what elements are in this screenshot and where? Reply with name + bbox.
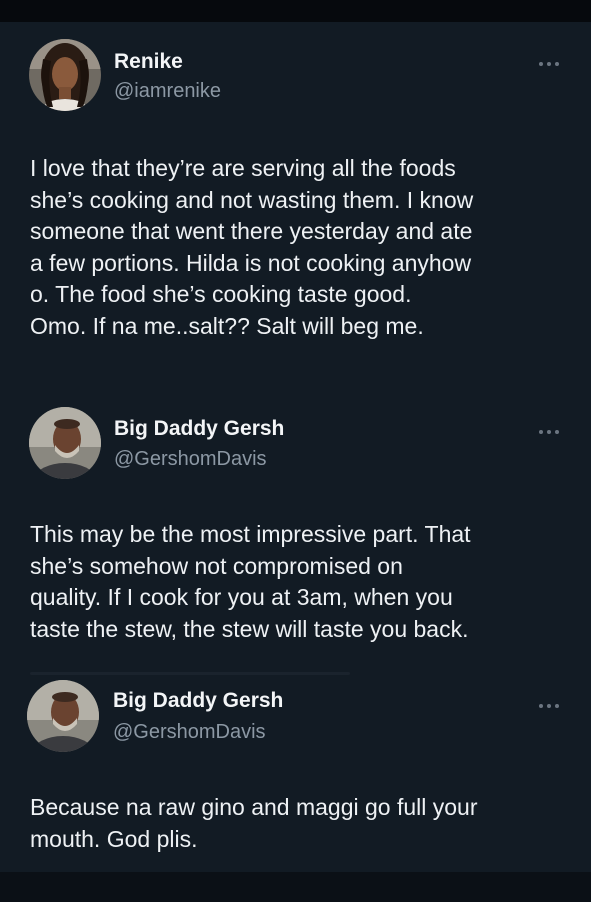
- profile-photo-woman-icon: [29, 39, 101, 111]
- tweet-text-line: someone that went there yesterday and at…: [30, 218, 473, 244]
- tweet-text: I love that they’re are serving all the …: [30, 153, 575, 342]
- tweet-text-line: Omo. If na me..salt?? Salt will beg me.: [30, 312, 424, 339]
- tweet-text-line: she’s somehow not compromised on: [30, 552, 403, 579]
- profile-photo-man-icon: [29, 407, 101, 479]
- tweet-text-line: mouth. God plis.: [30, 825, 198, 852]
- avatar[interactable]: [29, 407, 101, 479]
- tweet-text-line: Because na raw gino and maggi go full yo…: [30, 794, 478, 820]
- avatar[interactable]: [27, 680, 99, 752]
- tweet-card[interactable]: Renike @iamrenike I love that they’re ar…: [0, 0, 591, 395]
- tweet-text-line: she’s cooking and not wasting them. I kn…: [30, 186, 474, 213]
- more-options-icon[interactable]: [538, 698, 560, 708]
- more-options-icon[interactable]: [538, 56, 560, 66]
- user-handle[interactable]: @GershomDavis: [113, 721, 266, 744]
- user-handle[interactable]: @iamrenike: [114, 80, 221, 103]
- user-handle[interactable]: @GershomDavis: [114, 448, 267, 471]
- avatar[interactable]: [29, 39, 101, 111]
- tweet-text-line: I love that they’re are serving all the …: [30, 155, 456, 181]
- tweet-text-line: a few portions. Hilda is not cooking any…: [30, 249, 472, 276]
- display-name[interactable]: Big Daddy Gersh: [113, 689, 283, 713]
- display-name[interactable]: Big Daddy Gersh: [114, 417, 284, 441]
- tweet-text-line: o. The food she’s cooking taste good.: [30, 281, 412, 307]
- tweet-text: This may be the most impressive part. Th…: [30, 519, 575, 645]
- bottom-bar: [0, 872, 591, 902]
- tweet-card[interactable]: Big Daddy Gersh @GershomDavis Because na…: [0, 665, 591, 872]
- tweet-text-line: This may be the most impressive part. Th…: [30, 521, 471, 547]
- tweet-text-line: taste the stew, the stew will taste you …: [30, 615, 469, 642]
- display-name[interactable]: Renike: [114, 50, 183, 74]
- tweet-text-line: quality. If I cook for you at 3am, when …: [30, 584, 453, 610]
- more-options-icon[interactable]: [538, 424, 560, 434]
- profile-photo-man-icon: [27, 680, 99, 752]
- tweet-card[interactable]: Big Daddy Gersh @GershomDavis This may b…: [0, 395, 591, 665]
- tweet-text: Because na raw gino and maggi go full yo…: [30, 792, 575, 855]
